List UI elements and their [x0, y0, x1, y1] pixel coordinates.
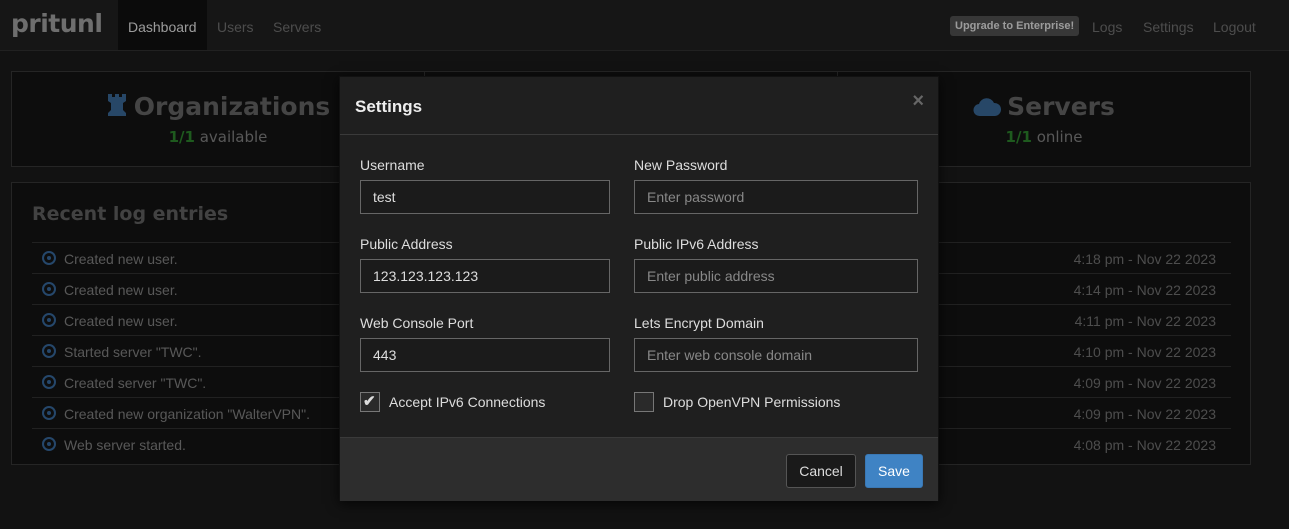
modal-header: Settings ×: [340, 77, 938, 135]
save-button[interactable]: Save: [865, 454, 923, 488]
settings-modal: Settings × Username test New Password En…: [339, 76, 939, 501]
modal-title: Settings: [355, 97, 423, 116]
public-address-input[interactable]: 123.123.123.123: [360, 259, 610, 293]
web-console-port-input[interactable]: 443: [360, 338, 610, 372]
web-console-port-label: Web Console Port: [360, 315, 474, 331]
public-ipv6-label: Public IPv6 Address: [634, 236, 759, 252]
new-password-label: New Password: [634, 157, 728, 173]
new-password-input[interactable]: Enter password: [634, 180, 918, 214]
accept-ipv6-label[interactable]: Accept IPv6 Connections: [389, 394, 545, 410]
username-input[interactable]: test: [360, 180, 610, 214]
drop-openvpn-label[interactable]: Drop OpenVPN Permissions: [663, 394, 840, 410]
cancel-button[interactable]: Cancel: [786, 454, 856, 488]
username-label: Username: [360, 157, 425, 173]
public-ipv6-input[interactable]: Enter public address: [634, 259, 918, 293]
checkmark-icon: ✔: [363, 393, 376, 410]
modal-footer: Cancel Save: [340, 437, 938, 501]
close-icon[interactable]: ×: [912, 91, 924, 111]
lets-encrypt-label: Lets Encrypt Domain: [634, 315, 764, 331]
drop-openvpn-checkbox[interactable]: [634, 392, 654, 412]
lets-encrypt-input[interactable]: Enter web console domain: [634, 338, 918, 372]
public-address-label: Public Address: [360, 236, 453, 252]
accept-ipv6-checkbox[interactable]: ✔: [360, 392, 380, 412]
